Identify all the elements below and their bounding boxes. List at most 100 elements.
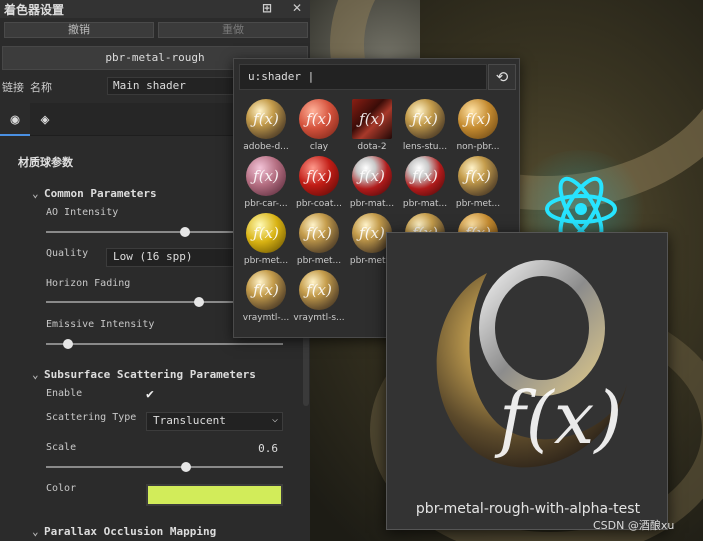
slider-thumb[interactable] xyxy=(180,227,190,237)
function-icon: ƒ(x) xyxy=(306,281,332,299)
shader-grid-item[interactable]: ƒ(x) pbr-mat... xyxy=(346,156,398,216)
function-icon: ƒ(x) xyxy=(253,281,279,299)
shader-thumbnail: ƒ(x) xyxy=(299,156,339,196)
shader-thumbnail: ƒ(x) xyxy=(299,99,339,139)
svg-text:f(x): f(x) xyxy=(494,376,622,460)
function-icon: ƒ(x) xyxy=(253,110,279,128)
undo-button[interactable]: 撤销 xyxy=(4,22,154,38)
shader-grid-item[interactable]: ƒ(x) adobe-d... xyxy=(240,99,292,159)
scale-value[interactable]: 0.6 xyxy=(222,442,282,458)
shader-grid-item[interactable]: ƒ(x) lens-stu... xyxy=(399,99,451,159)
function-icon: ƒ(x) xyxy=(359,167,385,185)
scale-label: Scale xyxy=(46,442,77,453)
quality-label: Quality xyxy=(46,248,89,259)
close-icon[interactable]: ✕ xyxy=(292,1,302,15)
slider-thumb[interactable] xyxy=(194,297,204,307)
shader-grid-item[interactable]: ƒ(x) vraymtl-s... xyxy=(293,270,345,330)
ao-intensity-label: AO Intensity xyxy=(46,207,119,218)
shader-grid-item[interactable]: ƒ(x) pbr-mat... xyxy=(399,156,451,216)
shader-thumbnail: ƒ(x) xyxy=(246,156,286,196)
shader-thumbnail: ƒ(x) xyxy=(458,99,498,139)
shader-thumbnail: ƒ(x) xyxy=(299,213,339,253)
shader-grid-label: pbr-coat... xyxy=(296,199,342,209)
panel-title-bar: 着色器设置 ⊞ ✕ xyxy=(0,0,310,18)
function-icon: ƒ(x) xyxy=(253,224,279,242)
emissive-intensity-slider[interactable] xyxy=(46,339,283,349)
shader-grid-label: pbr-mat... xyxy=(349,199,395,209)
shader-grid-item[interactable]: ƒ(x) vraymtl-... xyxy=(240,270,292,330)
shader-grid-item[interactable]: ƒ(x) pbr-car-... xyxy=(240,156,292,216)
chevron-down-icon: ⌵ xyxy=(271,414,278,425)
tab-geometry-icon[interactable]: ◈ xyxy=(30,103,60,136)
panel-title: 着色器设置 xyxy=(4,3,65,17)
shader-grid-label: non-pbr... xyxy=(456,142,500,152)
shader-thumbnail: ƒ(x) xyxy=(246,270,286,310)
link-label: 链接 xyxy=(2,81,24,94)
chevron-down-icon: ⌄ xyxy=(32,368,39,381)
chevron-down-icon: ⌄ xyxy=(32,525,39,538)
color-swatch[interactable] xyxy=(146,484,283,506)
dock-icon[interactable]: ⊞ xyxy=(262,1,272,15)
shader-grid-item[interactable]: ƒ(x) pbr-met... xyxy=(293,213,345,273)
function-icon: ƒ(x) xyxy=(253,167,279,185)
shader-grid-label: pbr-met... xyxy=(243,256,289,266)
horizon-fading-label: Horizon Fading xyxy=(46,278,131,289)
shader-grid-label: pbr-met... xyxy=(455,199,501,209)
shader-search-input[interactable]: u:shader | xyxy=(239,64,487,90)
shader-grid-label: pbr-mat... xyxy=(402,199,448,209)
group-parallax-occlusion[interactable]: ⌄ Parallax Occlusion Mapping xyxy=(32,525,216,538)
name-label: 名称 xyxy=(30,81,52,94)
watermark: CSDN @酒酿xu xyxy=(593,519,675,532)
shader-grid-label: dota-2 xyxy=(357,142,387,152)
scattering-type-label: Scattering Type xyxy=(46,412,137,423)
shader-preview-image: f(x) xyxy=(436,260,627,468)
function-icon: ƒ(x) xyxy=(412,167,438,185)
shader-thumbnail: ƒ(x) xyxy=(405,156,445,196)
shader-grid-label: vraymtl-s... xyxy=(293,313,345,323)
scale-slider[interactable] xyxy=(46,462,283,472)
tab-material-icon[interactable]: ◉ xyxy=(0,103,30,136)
function-icon: ƒ(x) xyxy=(306,224,332,242)
quality-select[interactable]: Low (16 spp) xyxy=(106,248,236,267)
function-icon: ƒ(x) xyxy=(306,110,332,128)
function-icon: ƒ(x) xyxy=(412,110,438,128)
shader-thumbnail: ƒ(x) xyxy=(458,156,498,196)
refresh-icon[interactable]: ⟲ xyxy=(488,64,516,90)
group-subsurface-scattering[interactable]: ⌄ Subsurface Scattering Parameters xyxy=(32,368,256,381)
shader-grid-item[interactable]: ƒ(x) pbr-met... xyxy=(240,213,292,273)
slider-thumb[interactable] xyxy=(181,462,191,472)
shader-grid-item[interactable]: ƒ(x) non-pbr... xyxy=(452,99,504,159)
function-icon: ƒ(x) xyxy=(465,167,491,185)
shader-preview-tooltip: f(x) pbr-metal-rough-with-alpha-test xyxy=(386,232,668,530)
function-icon: ƒ(x) xyxy=(359,110,385,128)
enable-checkbox[interactable]: ✔ xyxy=(146,388,160,402)
color-label: Color xyxy=(46,483,77,494)
shader-grid-item[interactable]: ƒ(x) pbr-met... xyxy=(452,156,504,216)
shader-thumbnail: ƒ(x) xyxy=(246,99,286,139)
chevron-down-icon: ⌄ xyxy=(32,187,39,200)
function-icon: ƒ(x) xyxy=(306,167,332,185)
group-common-parameters[interactable]: ⌄ Common Parameters xyxy=(32,187,157,200)
shader-thumbnail: ƒ(x) xyxy=(352,156,392,196)
shader-grid-item[interactable]: ƒ(x) pbr-coat... xyxy=(293,156,345,216)
shader-thumbnail: ƒ(x) xyxy=(246,213,286,253)
shader-grid-label: pbr-met... xyxy=(296,256,342,266)
shader-thumbnail: ƒ(x) xyxy=(405,99,445,139)
shader-grid-label: clay xyxy=(309,142,329,152)
shader-grid-label: adobe-d... xyxy=(243,142,289,152)
shader-grid-item[interactable]: ƒ(x) dota-2 xyxy=(346,99,398,159)
scattering-type-select[interactable]: Translucent ⌵ xyxy=(146,412,283,431)
shader-thumbnail: ƒ(x) xyxy=(299,270,339,310)
shader-grid-label: pbr-car-... xyxy=(244,199,288,209)
preview-label: pbr-metal-rough-with-alpha-test xyxy=(415,501,641,517)
enable-label: Enable xyxy=(46,388,83,399)
redo-button[interactable]: 重做 xyxy=(158,22,308,38)
shader-thumbnail: ƒ(x) xyxy=(352,99,392,139)
shader-grid-item[interactable]: ƒ(x) clay xyxy=(293,99,345,159)
emissive-intensity-label: Emissive Intensity xyxy=(46,319,155,330)
shader-grid-label: vraymtl-... xyxy=(242,313,290,323)
section-title: 材质球参数 xyxy=(18,156,73,169)
slider-thumb[interactable] xyxy=(63,339,73,349)
shader-grid-label: lens-stu... xyxy=(402,142,448,152)
function-icon: ƒ(x) xyxy=(465,110,491,128)
